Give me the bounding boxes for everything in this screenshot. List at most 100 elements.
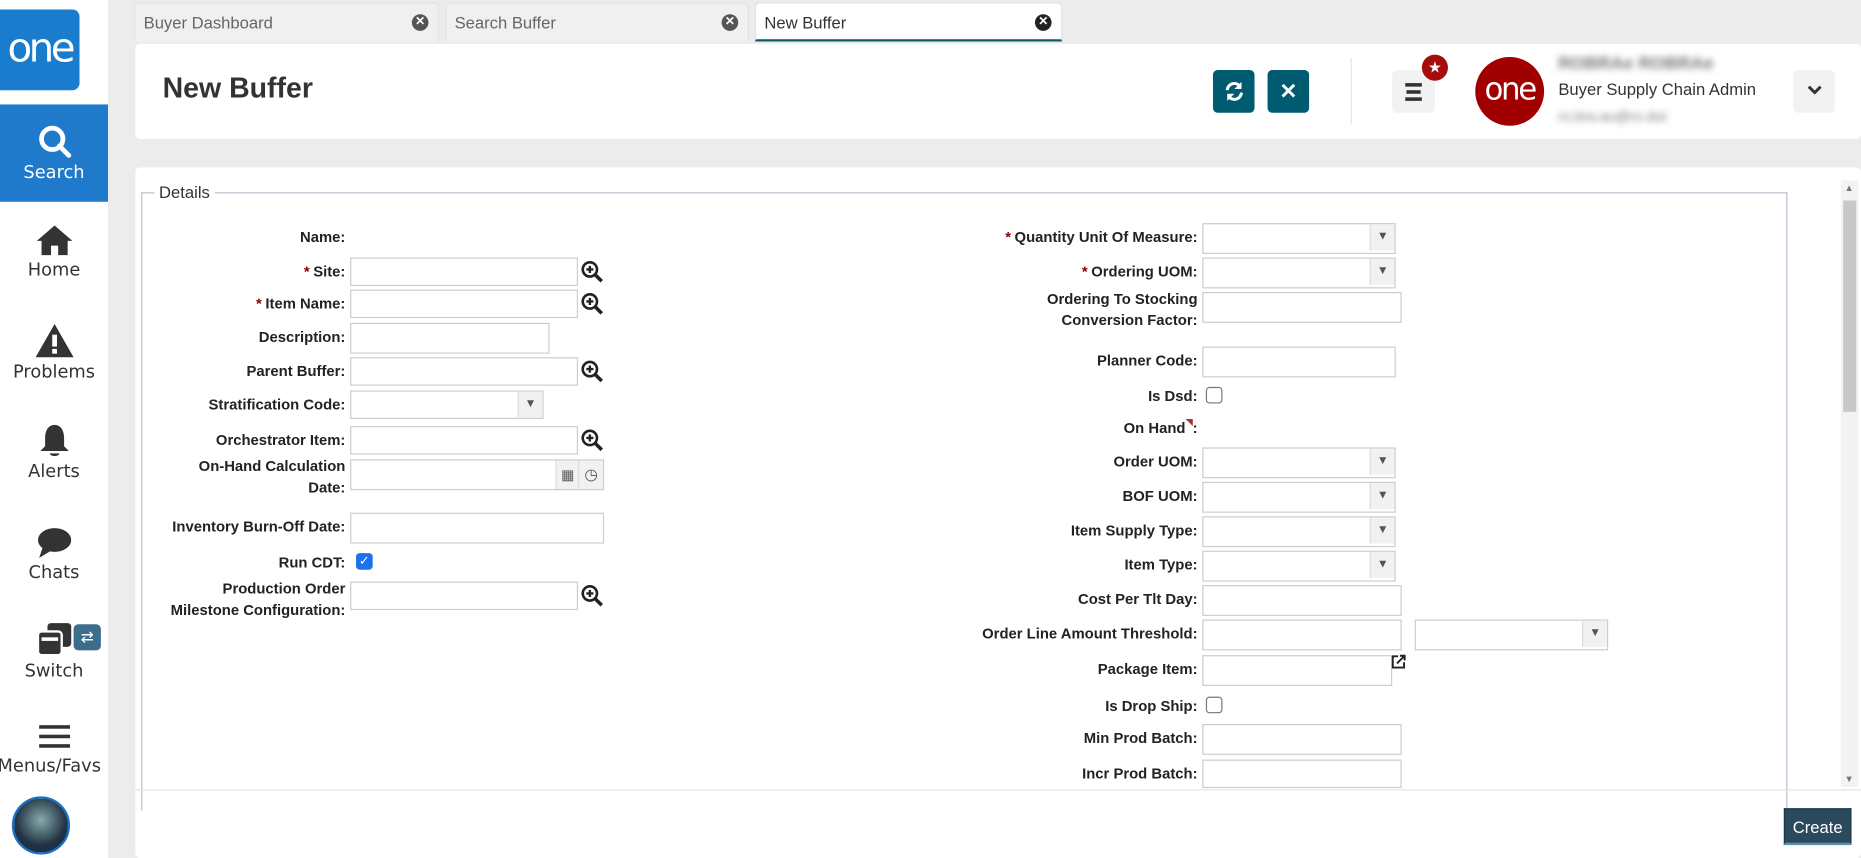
sidebar-label: Menus/Favs xyxy=(0,754,101,777)
planner-code-input[interactable] xyxy=(1202,346,1396,378)
stratification-code-select[interactable]: ▼ xyxy=(350,390,544,419)
chevron-down-icon: ▼ xyxy=(1369,258,1395,285)
run-cdt-checkbox[interactable]: ✓ xyxy=(356,553,373,570)
quantity-uom-select[interactable]: ▼ xyxy=(1202,223,1396,254)
cost-per-tlt-day-input[interactable] xyxy=(1202,585,1402,616)
order-line-amount-currency-select[interactable]: ▼ xyxy=(1414,619,1609,651)
field-production-order-milestone-configuration: Production Order Milestone Configuration: xyxy=(135,580,633,618)
sidebar: one Search Home Problems Alerts Chats Sw… xyxy=(0,0,109,858)
info-corner-icon[interactable] xyxy=(1185,418,1193,427)
user-email: ro.bra.au@ro.dut xyxy=(1558,108,1667,125)
tab-search-buffer[interactable]: Search Buffer ✕ xyxy=(445,2,749,42)
user-avatar[interactable] xyxy=(11,796,71,855)
sidebar-item-problems[interactable]: Problems xyxy=(0,323,108,420)
calendar-icon[interactable]: ▦ xyxy=(555,460,580,489)
clock-icon[interactable]: ◷ xyxy=(578,460,603,489)
close-tab-icon[interactable]: ✕ xyxy=(721,14,739,31)
zoom-search-icon[interactable] xyxy=(580,428,604,452)
chevron-down-icon: ▼ xyxy=(1369,483,1395,510)
tab-new-buffer[interactable]: New Buffer ✕ xyxy=(754,2,1063,42)
footer-divider xyxy=(135,789,1861,791)
field-item-supply-type: Item Supply Type: ▼ xyxy=(902,516,1638,548)
conversion-factor-input[interactable] xyxy=(1202,291,1402,323)
label-line: Date: xyxy=(308,479,346,497)
tab-buyer-dashboard[interactable]: Buyer Dashboard ✕ xyxy=(134,2,440,42)
sidebar-label: Problems xyxy=(12,360,96,383)
inventory-burn-off-date-input[interactable] xyxy=(350,512,605,544)
scroll-thumb[interactable] xyxy=(1843,200,1857,412)
zoom-search-icon[interactable] xyxy=(580,584,604,608)
label-text: Site: xyxy=(313,263,346,281)
field-parent-buffer: Parent Buffer: xyxy=(135,357,633,386)
field-label: Name: xyxy=(300,229,346,246)
parent-buffer-input[interactable] xyxy=(350,357,579,386)
zoom-search-icon[interactable] xyxy=(580,292,604,316)
label-line: Milestone Configuration: xyxy=(170,601,346,619)
order-uom-select[interactable]: ▼ xyxy=(1202,447,1396,479)
external-link-icon[interactable] xyxy=(1391,654,1406,669)
item-name-input[interactable] xyxy=(350,289,579,319)
incr-prod-batch-input[interactable] xyxy=(1202,759,1402,789)
zoom-search-icon[interactable] xyxy=(580,360,604,384)
sidebar-item-chats[interactable]: Chats xyxy=(0,526,108,623)
zoom-search-icon[interactable] xyxy=(580,260,604,284)
field-label: Ordering To Stocking Conversion Factor: xyxy=(902,288,1198,331)
production-order-milestone-input[interactable] xyxy=(350,581,579,611)
field-label: Stratification Code: xyxy=(208,396,346,414)
field-label: * Site: xyxy=(135,258,346,286)
ordering-uom-select[interactable]: ▼ xyxy=(1202,257,1396,289)
sidebar-label: Home xyxy=(27,258,81,281)
field-label: * Ordering UOM: xyxy=(902,258,1198,286)
close-tab-icon[interactable]: ✕ xyxy=(411,14,429,31)
field-order-uom: Order UOM: ▼ xyxy=(902,447,1638,479)
min-prod-batch-input[interactable] xyxy=(1202,723,1402,755)
sidebar-label: Search xyxy=(23,161,85,183)
user-dropdown-button[interactable] xyxy=(1793,70,1835,113)
on-hand-calculation-date-input[interactable]: ▦ ◷ xyxy=(350,459,605,491)
field-label: On Hand: xyxy=(902,414,1198,442)
field-label: Parent Buffer: xyxy=(246,363,346,380)
field-planner-code: Planner Code: xyxy=(902,346,1638,378)
field-run-cdt: Run CDT: ✓ xyxy=(135,548,633,576)
sidebar-item-home[interactable]: Home xyxy=(0,223,108,320)
package-item-input[interactable] xyxy=(1202,655,1393,687)
chevron-down-icon: ▼ xyxy=(1369,224,1395,251)
create-button[interactable]: Create xyxy=(1783,808,1852,846)
sidebar-item-alerts[interactable]: Alerts xyxy=(0,423,108,520)
field-is-dsd: Is Dsd: xyxy=(902,382,1638,410)
field-on-hand: On Hand: xyxy=(902,414,1638,442)
switch-icon xyxy=(36,623,71,657)
field-item-type: Item Type: ▼ xyxy=(902,550,1638,582)
field-label: Run CDT: xyxy=(278,554,346,571)
site-input[interactable] xyxy=(350,257,579,287)
is-drop-ship-checkbox[interactable] xyxy=(1205,696,1223,714)
sidebar-label: Switch xyxy=(24,659,84,682)
sidebar-item-search[interactable]: Search xyxy=(0,104,109,202)
field-is-drop-ship: Is Drop Ship: xyxy=(902,692,1638,720)
scroll-up-icon[interactable]: ▲ xyxy=(1844,183,1853,194)
app-logo[interactable]: one xyxy=(0,9,80,91)
field-name: Name: xyxy=(135,223,633,251)
scroll-down-icon[interactable]: ▼ xyxy=(1844,774,1853,785)
item-type-select[interactable]: ▼ xyxy=(1202,550,1396,582)
sidebar-label: Alerts xyxy=(28,460,80,482)
is-dsd-checkbox[interactable] xyxy=(1205,386,1223,404)
tab-label: New Buffer xyxy=(764,13,847,33)
item-supply-type-select[interactable]: ▼ xyxy=(1202,516,1396,548)
field-label: Is Drop Ship: xyxy=(1105,697,1198,715)
field-order-line-amount-threshold: Order Line Amount Threshold: ▼ xyxy=(902,619,1638,651)
vertical-scrollbar[interactable]: ▲ ▼ xyxy=(1840,180,1859,787)
description-input[interactable] xyxy=(350,322,550,354)
order-line-amount-threshold-input[interactable] xyxy=(1202,619,1402,651)
label-line: Conversion Factor: xyxy=(1061,312,1198,329)
star-icon[interactable]: ★ xyxy=(1421,54,1448,81)
orchestrator-item-input[interactable] xyxy=(350,426,579,455)
close-button[interactable]: ✕ xyxy=(1267,70,1310,113)
field-label: Description: xyxy=(258,328,346,346)
field-label: * Item Name: xyxy=(135,290,345,318)
label-line: On-Hand Calculation xyxy=(198,458,346,475)
switch-arrows-icon[interactable]: ⇄ xyxy=(73,624,101,651)
refresh-button[interactable] xyxy=(1212,70,1255,113)
close-tab-icon[interactable]: ✕ xyxy=(1034,14,1052,31)
bof-uom-select[interactable]: ▼ xyxy=(1202,481,1396,513)
